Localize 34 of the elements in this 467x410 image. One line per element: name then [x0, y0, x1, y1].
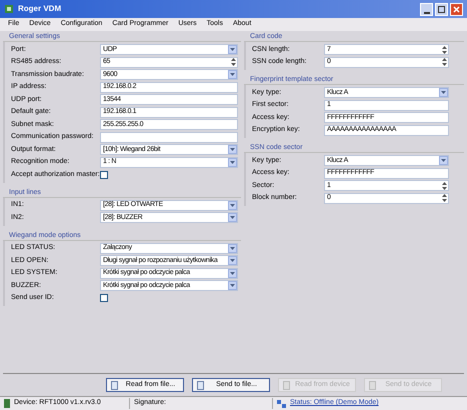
dropdown-arrow-icon[interactable]	[439, 88, 448, 98]
dropdown-arrow-icon[interactable]	[228, 70, 237, 80]
spin-arrows-icon[interactable]	[441, 58, 448, 67]
close-button[interactable]	[450, 2, 463, 16]
dropdown-arrow-icon[interactable]	[228, 145, 237, 154]
window-title: Roger VDM	[18, 3, 62, 15]
maximize-icon	[438, 6, 445, 12]
dropdown-arrow-icon[interactable]	[228, 200, 237, 210]
spin-arrows-icon[interactable]	[230, 58, 237, 67]
app-icon	[4, 4, 14, 14]
network-icon	[277, 400, 286, 408]
document-icon	[111, 380, 118, 390]
dropdown-arrow-icon[interactable]	[439, 156, 448, 166]
maximize-button[interactable]	[435, 2, 448, 16]
spin-arrows-icon[interactable]	[441, 45, 448, 54]
spin-arrows-icon[interactable]	[441, 194, 448, 203]
close-icon	[453, 6, 460, 12]
dropdown-arrow-icon[interactable]	[228, 213, 237, 222]
minimize-button[interactable]	[420, 2, 433, 16]
document-icon	[283, 380, 290, 390]
document-icon	[197, 380, 204, 390]
minimize-icon	[424, 12, 430, 14]
dropdown-arrow-icon[interactable]	[228, 268, 237, 278]
checkbox[interactable]	[100, 294, 108, 302]
device-icon	[4, 399, 10, 408]
document-icon	[369, 380, 376, 390]
dropdown-arrow-icon[interactable]	[228, 281, 237, 290]
checkbox[interactable]	[100, 170, 108, 179]
dropdown-arrow-icon[interactable]	[228, 244, 237, 253]
dropdown-arrow-icon[interactable]	[228, 158, 237, 167]
dropdown-arrow-icon[interactable]	[228, 256, 237, 266]
spin-arrows-icon[interactable]	[441, 181, 448, 190]
dropdown-arrow-icon[interactable]	[228, 45, 237, 54]
input-field[interactable]	[100, 132, 238, 143]
